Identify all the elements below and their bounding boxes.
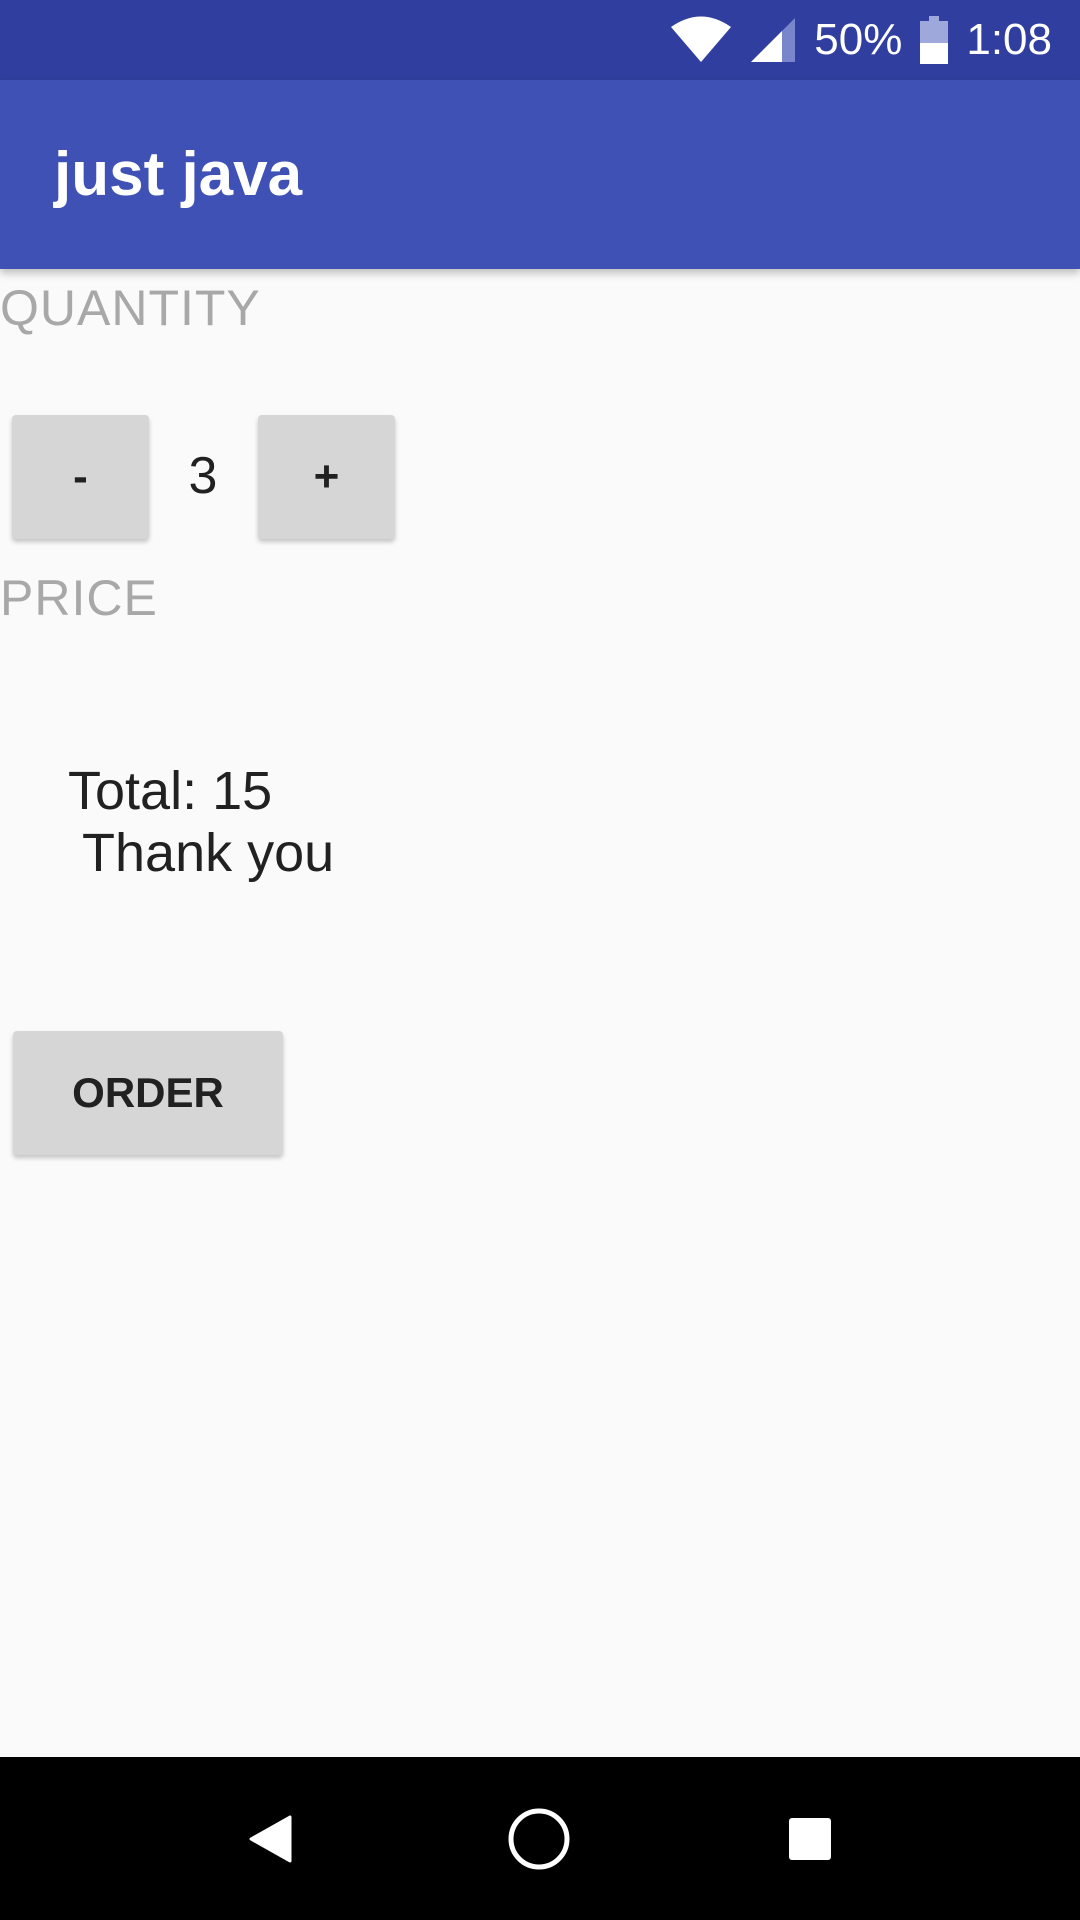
order-total: Total: 15 <box>68 761 273 821</box>
home-button[interactable] <box>459 1757 619 1920</box>
app-title: just java <box>54 140 303 209</box>
quantity-header: QUANTITY <box>0 280 261 336</box>
cell-signal-icon <box>750 17 796 63</box>
recents-button[interactable] <box>730 1757 890 1920</box>
increment-button[interactable]: + <box>258 415 395 539</box>
quantity-value: 3 <box>188 447 218 505</box>
app-bar: just java <box>0 80 1080 269</box>
battery-icon <box>920 16 949 64</box>
home-circle-icon <box>507 1807 571 1871</box>
battery-body <box>920 21 949 64</box>
main-content: QUANTITY - 3 + PRICE Total: 15 Thank you… <box>0 269 1080 1757</box>
battery-fill <box>920 42 949 64</box>
back-button[interactable] <box>190 1757 350 1920</box>
status-icons: 50% 1:08 <box>670 0 1052 80</box>
wifi-icon <box>670 16 732 64</box>
decrement-button[interactable]: - <box>12 415 149 539</box>
status-bar: 50% 1:08 <box>0 0 1080 80</box>
price-header: PRICE <box>0 570 158 626</box>
navigation-bar <box>0 1757 1080 1920</box>
back-triangle-icon <box>248 1815 292 1863</box>
order-button[interactable]: ORDER <box>13 1031 283 1155</box>
clock: 1:08 <box>966 15 1052 64</box>
battery-percent: 50% <box>814 15 903 64</box>
thank-you-message: Thank you <box>68 823 335 883</box>
recents-square-icon <box>788 1817 832 1861</box>
